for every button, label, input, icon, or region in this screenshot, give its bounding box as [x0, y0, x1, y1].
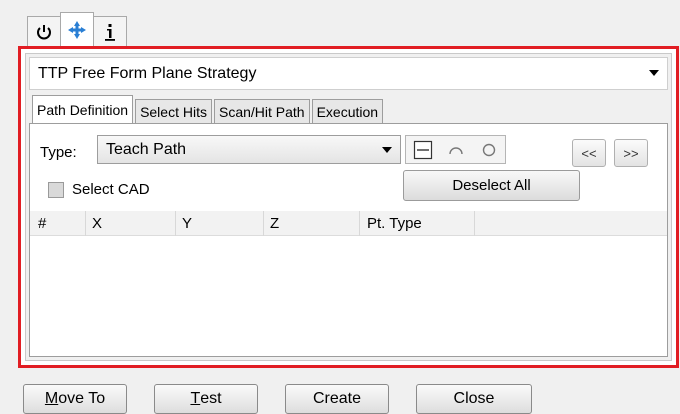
close-label: Close [453, 390, 495, 407]
line-mode-button[interactable] [406, 136, 439, 163]
move-icon [68, 20, 86, 39]
chevron-down-icon [649, 70, 659, 76]
power-icon [37, 24, 51, 39]
tab-label: Select Hits [140, 103, 207, 120]
chevron-down-icon [382, 147, 392, 153]
next-button-label: >> [623, 145, 639, 161]
tab-select-hits[interactable]: Select Hits [135, 99, 212, 123]
strategy-dropdown-value: TTP Free Form Plane Strategy [38, 64, 257, 82]
column-header-x[interactable]: X [86, 211, 176, 236]
column-header-label: Z [270, 215, 280, 232]
column-header-y[interactable]: Y [176, 211, 264, 236]
select-cad-checkbox[interactable] [48, 181, 64, 198]
tab-move[interactable] [60, 12, 94, 46]
column-header-label: # [38, 215, 47, 232]
arc-icon [448, 146, 463, 154]
path-shape-toggle [405, 135, 506, 164]
column-header-pt-type[interactable]: Pt. Type [360, 211, 475, 236]
path-definition-panel: Type: Teach Path << >> Select CAD Desele… [29, 123, 668, 357]
type-dropdown[interactable]: Teach Path [97, 135, 401, 164]
previous-button-label: << [581, 145, 597, 161]
strategy-dropdown[interactable]: TTP Free Form Plane Strategy [29, 57, 668, 90]
type-dropdown-value: Teach Path [106, 140, 187, 158]
tab-label: Scan/Hit Path [218, 103, 305, 120]
tab-path-definition[interactable]: Path Definition [32, 95, 134, 123]
create-button[interactable]: Create [285, 384, 389, 414]
column-header-index[interactable]: # [30, 211, 86, 236]
move-to-button[interactable]: Move To [23, 384, 127, 414]
column-header-label: Pt. Type [367, 215, 422, 232]
tab-label: Execution [316, 103, 379, 120]
line-icon [413, 140, 432, 159]
points-grid-header: # X Y Z Pt. Type [30, 211, 667, 236]
tab-execution[interactable]: Execution [311, 99, 384, 123]
arc-mode-button[interactable] [439, 136, 472, 163]
tab-label: Path Definition [37, 101, 129, 118]
column-header-label: X [92, 215, 103, 232]
test-button[interactable]: Test [154, 384, 258, 414]
info-icon [105, 23, 115, 41]
tab-info[interactable] [93, 16, 127, 46]
column-header-label: Y [182, 215, 193, 232]
deselect-all-button[interactable]: Deselect All [403, 170, 580, 201]
dialog-button-bar: Move To Test Create Close [23, 384, 532, 414]
close-button[interactable]: Close [416, 384, 532, 414]
strategy-panel: TTP Free Form Plane Strategy Path Defini… [25, 53, 672, 361]
highlight-frame: TTP Free Form Plane Strategy Path Defini… [18, 46, 679, 368]
select-cad-label: Select CAD [72, 181, 150, 198]
test-mnemonic: T [190, 390, 201, 407]
tab-scan-hit-path[interactable]: Scan/Hit Path [213, 99, 310, 123]
previous-button[interactable]: << [572, 139, 606, 167]
circle-icon [482, 143, 495, 156]
test-label: est [200, 390, 222, 407]
tab-bar: Path Definition Select Hits Scan/Hit Pat… [32, 95, 385, 123]
create-label: Create [312, 390, 362, 407]
deselect-all-label: Deselect All [452, 177, 531, 194]
circle-mode-button[interactable] [472, 136, 505, 163]
column-header-z[interactable]: Z [264, 211, 360, 236]
move-to-mnemonic: M [44, 390, 59, 407]
top-tab-strip [27, 12, 127, 46]
select-cad-option[interactable]: Select CAD [48, 181, 150, 198]
tab-power[interactable] [27, 16, 61, 46]
type-label: Type: [40, 144, 77, 161]
move-to-label: ove To [58, 390, 106, 407]
next-button[interactable]: >> [614, 139, 648, 167]
